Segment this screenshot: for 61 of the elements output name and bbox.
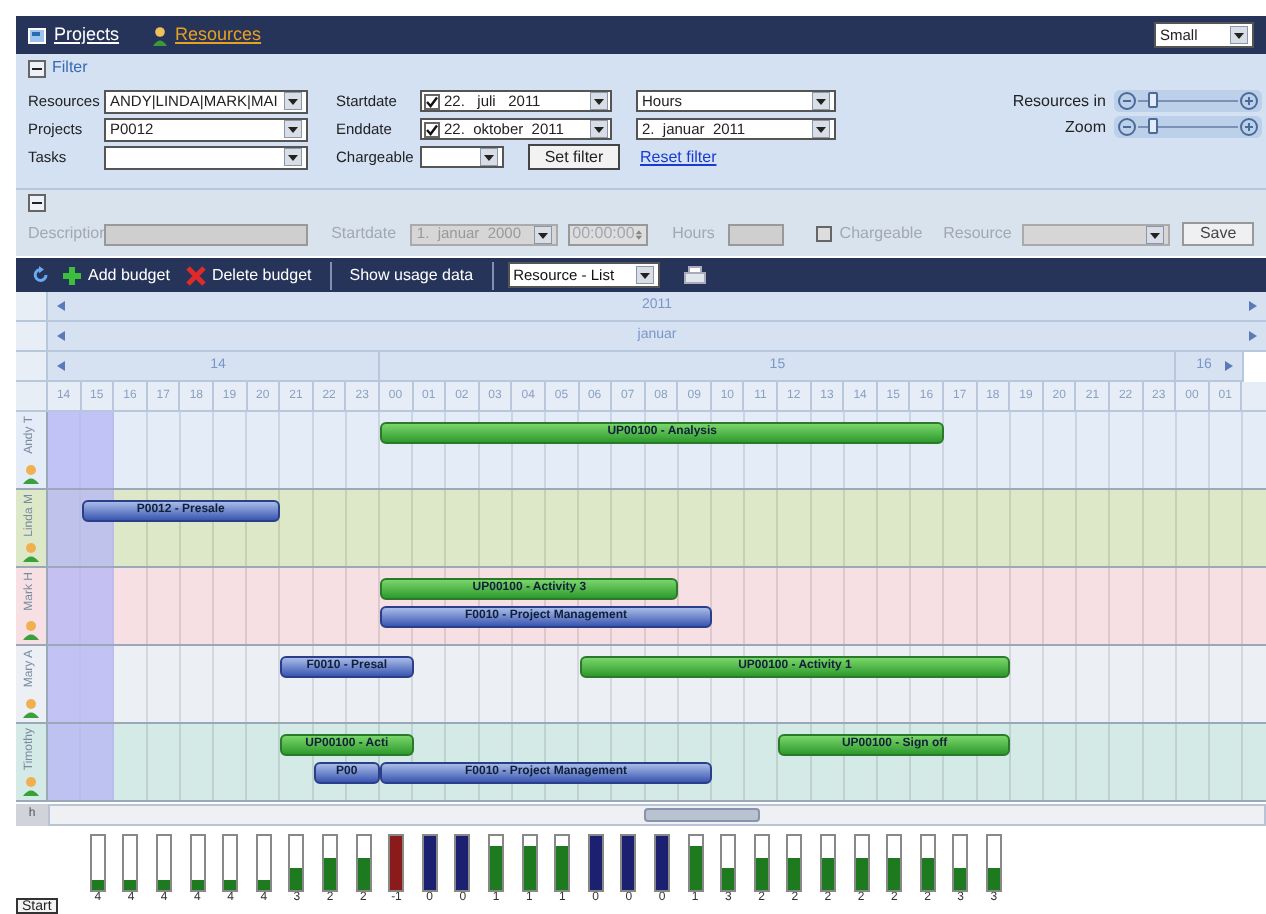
dropdown-caret-icon [812,120,830,138]
dropdown-caret-icon [534,225,553,243]
printer-icon [683,265,706,285]
checkbox[interactable] [424,121,440,137]
scrollbar-thumb[interactable] [644,808,760,822]
person-icon [151,25,168,45]
dropdown-caret-icon [590,92,608,110]
dropdown-caret-icon [812,92,830,110]
highlight-band [48,646,115,722]
reset-filter-link[interactable]: Reset filter [640,145,717,169]
slider-thumb[interactable] [1147,92,1157,108]
dropdown-field[interactable] [104,145,308,169]
highlight-band [48,724,115,800]
right-arrow-icon [1223,360,1234,372]
plus-icon [62,265,82,285]
dropdown-caret-icon [480,148,498,166]
dropdown-caret-icon [284,120,302,138]
dropdown-caret-icon [284,92,302,110]
zoom-in-icon [1240,118,1258,136]
field-label: Hours [672,222,717,246]
collapse-icon [28,194,46,212]
slider-thumb[interactable] [1147,118,1157,134]
dropdown-caret-icon [635,266,654,284]
person-icon [22,620,40,640]
horizontal-scrollbar[interactable] [48,804,1266,826]
toolbar-button[interactable]: Add budget [58,260,174,290]
field-label: Startdate [331,222,399,246]
person-icon [22,698,40,718]
dropdown-caret-icon [1230,26,1248,44]
person-icon [22,776,40,796]
dropdown-caret-icon [590,120,608,138]
collapse-icon [28,59,46,77]
dropdown-field[interactable] [420,146,504,168]
right-arrow-icon [1248,300,1258,312]
dropdown-caret-icon [1146,225,1165,243]
checkbox-label: Chargeable [839,222,925,246]
person-icon [22,464,40,484]
toolbar-button[interactable]: Show usage data [345,260,478,290]
set-filter-button[interactable]: Set filter [528,144,620,170]
refresh-icon [32,266,50,284]
slider-label: Zoom [1065,115,1106,139]
field-label: Resource [943,222,1014,246]
filter-title: Filter [52,56,88,80]
zoom-out-icon [1118,118,1136,136]
slider-label: Resources in [1012,89,1106,113]
person-icon [22,542,40,562]
toolbar-button[interactable]: Delete budget [181,260,316,290]
left-arrow-icon [56,360,66,372]
spinner-arrows-icon [634,225,645,243]
chart-icon [28,27,46,43]
dropdown-caret-icon [284,148,302,166]
field-label: Description [28,222,104,246]
nav-tab[interactable]: Projects [28,21,120,49]
x-icon [185,265,206,285]
checkbox[interactable] [424,93,440,109]
left-arrow-icon [56,300,66,312]
zoom-out-icon [1118,92,1136,110]
nav-tab[interactable]: Resources [151,21,262,49]
zoom-in-icon [1240,92,1258,110]
right-arrow-icon [1248,330,1258,342]
left-arrow-icon [56,330,66,342]
